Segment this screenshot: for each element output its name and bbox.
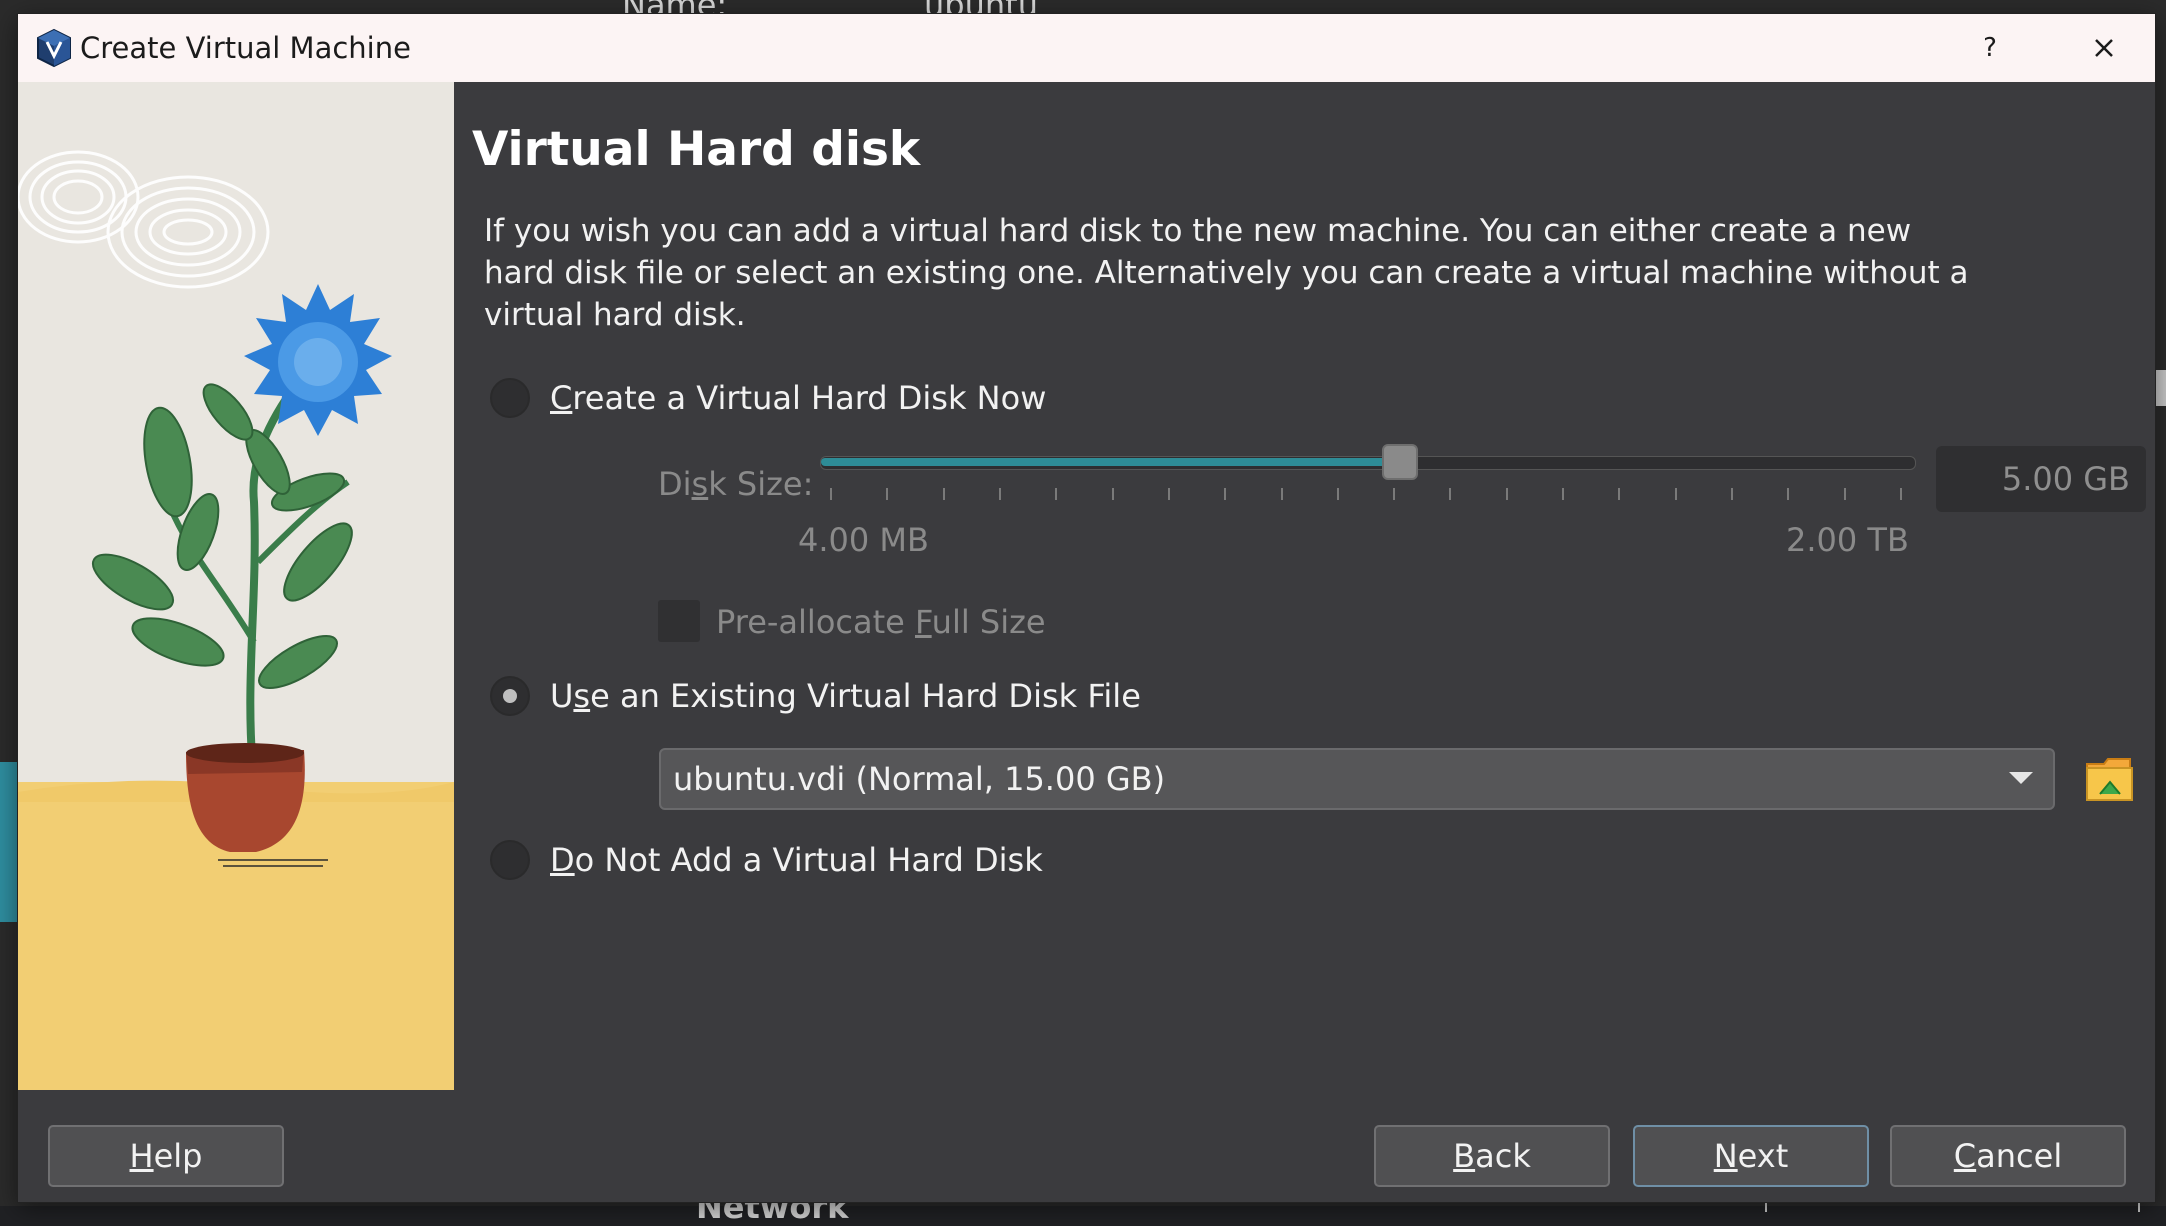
preallocate-label-pre: Pre-allocate <box>716 603 915 641</box>
next-mnemonic: N <box>1713 1137 1738 1175</box>
slider-tick <box>1843 488 1846 500</box>
slider-tick <box>830 488 832 500</box>
slider-tick <box>1280 488 1283 500</box>
label-create-now[interactable]: Create a Virtual Hard Disk Now <box>550 378 1046 418</box>
use-existing-pre: U <box>550 677 574 715</box>
existing-disk-selected: ubuntu.vdi (Normal, 15.00 GB) <box>673 760 1166 798</box>
preallocate-label-post: ull Size <box>931 603 1046 641</box>
back-button[interactable]: Back <box>1374 1125 1610 1187</box>
next-text: ext <box>1737 1137 1789 1175</box>
slider-tick <box>1336 488 1339 500</box>
create-vm-dialog: Create Virtual Machine ? Virtual Hard di… <box>18 14 2155 1202</box>
back-mnemonic: B <box>1453 1137 1476 1175</box>
disk-size-label: Disk Size: <box>658 464 813 504</box>
close-icon[interactable] <box>2082 26 2126 70</box>
create-now-text: reate a Virtual Hard Disk Now <box>572 379 1047 417</box>
radio-use-existing[interactable] <box>490 676 530 716</box>
use-existing-mnemonic: s <box>573 677 591 715</box>
radio-do-not-add[interactable] <box>490 840 530 880</box>
virtualbox-icon <box>37 28 71 68</box>
button-row: Help Back Next Cancel <box>18 1090 2155 1202</box>
slider-tick <box>1505 488 1508 500</box>
chevron-down-icon[interactable] <box>2009 772 2033 784</box>
help-mnemonic: H <box>129 1137 154 1175</box>
disk-size-label-pre: Di <box>658 465 692 503</box>
bg-strip <box>0 762 18 922</box>
back-text: ack <box>1475 1137 1531 1175</box>
slider-tick <box>1900 488 1902 500</box>
disk-size-label-post: k Size: <box>708 465 814 503</box>
next-button[interactable]: Next <box>1633 1125 1869 1187</box>
disk-size-slider-track[interactable] <box>820 456 1916 470</box>
do-not-add-mnemonic: D <box>550 841 575 879</box>
dialog-title: Create Virtual Machine <box>80 31 411 65</box>
cancel-mnemonic: C <box>1953 1137 1977 1175</box>
slider-tick <box>1055 488 1058 500</box>
slider-tick <box>1224 488 1227 500</box>
create-now-mnemonic: C <box>550 379 573 417</box>
help-button[interactable]: Help <box>48 1125 284 1187</box>
use-existing-post: e an Existing Virtual Hard Disk File <box>590 677 1141 715</box>
folder-open-icon[interactable] <box>2084 754 2136 804</box>
slider-tick <box>1731 488 1734 500</box>
slider-tick <box>1787 488 1790 500</box>
help-text: elp <box>153 1137 203 1175</box>
label-do-not-add[interactable]: Do Not Add a Virtual Hard Disk <box>550 840 1043 880</box>
bg-scrollbar <box>2156 370 2166 406</box>
slider-tick <box>1618 488 1621 500</box>
preallocate-label[interactable]: Pre-allocate Full Size <box>716 602 1046 642</box>
title-bar: Create Virtual Machine ? <box>18 14 2155 82</box>
disk-size-slider-handle[interactable] <box>1381 444 1418 480</box>
slider-tick <box>1449 488 1452 500</box>
slider-tick <box>942 488 945 500</box>
cancel-button[interactable]: Cancel <box>1890 1125 2126 1187</box>
preallocate-label-mnemonic: F <box>915 603 932 641</box>
cancel-text: ancel <box>1976 1137 2063 1175</box>
page-heading: Virtual Hard disk <box>472 122 921 177</box>
disk-size-label-mnemonic: s <box>691 465 709 503</box>
help-icon[interactable]: ? <box>1970 26 2010 70</box>
slider-tick <box>1393 488 1396 500</box>
do-not-add-text: o Not Add a Virtual Hard Disk <box>574 841 1043 879</box>
disk-size-slider-fill <box>821 458 1401 466</box>
label-use-existing[interactable]: Use an Existing Virtual Hard Disk File <box>550 676 1141 716</box>
wizard-content: Virtual Hard disk If you wish you can ad… <box>454 82 2155 1090</box>
flower-pot-illustration <box>18 82 454 1090</box>
slider-tick <box>1562 488 1565 500</box>
page-description: If you wish you can add a virtual hard d… <box>484 213 1969 333</box>
slider-tick <box>998 488 1001 500</box>
preallocate-checkbox[interactable] <box>658 600 700 642</box>
disk-size-min-label: 4.00 MB <box>798 521 929 559</box>
slider-tick <box>1111 488 1114 500</box>
disk-size-input[interactable]: 5.00 GB <box>1936 446 2146 512</box>
radio-create-now[interactable] <box>490 378 530 418</box>
wizard-illustration <box>18 82 454 1090</box>
disk-size-max-label: 2.00 TB <box>1786 521 1909 559</box>
slider-tick <box>1167 488 1170 500</box>
slider-tick <box>1674 488 1677 500</box>
existing-disk-combobox[interactable]: ubuntu.vdi (Normal, 15.00 GB) <box>659 748 2055 810</box>
slider-tick <box>886 488 889 500</box>
